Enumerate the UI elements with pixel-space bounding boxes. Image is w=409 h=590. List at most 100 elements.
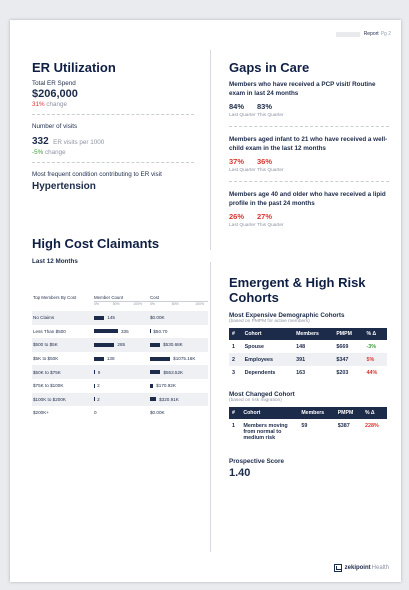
gap-description: Members who have received a PCP visit/ R…	[229, 81, 376, 97]
table-row: No Claims 145 $0.00K	[32, 311, 208, 325]
er-total-change-word: change	[46, 101, 68, 108]
gap-last-label: Last Quarter	[229, 113, 256, 118]
cost-bar	[150, 356, 171, 361]
gap-item: Members age 40 and older who have receiv…	[229, 191, 389, 228]
member-count-cell: 2	[94, 397, 150, 402]
divider	[229, 181, 389, 182]
gap-values: 37% Last Quarter 36% This Quarter	[229, 157, 389, 173]
cohort-pct: 228%	[364, 422, 379, 429]
cohort-pmpm: $203	[336, 369, 349, 376]
cost-cell: $50.70	[150, 329, 208, 334]
cohort-n: 3	[232, 369, 235, 376]
divider	[229, 126, 389, 127]
member-count-value: 145	[107, 315, 115, 321]
cost-value: $553.52K	[163, 369, 184, 375]
zekipoint-logo: zekipoint Health	[333, 564, 389, 572]
er-title: ER Utilization	[32, 60, 116, 75]
cost-cell: $320.91K	[150, 397, 208, 402]
er-total-value: $206,000	[32, 88, 78, 100]
table-row: 1 Spouse 148 $669 -3%	[229, 340, 387, 353]
gap-this-label: This Quarter	[257, 223, 284, 228]
changed-title: Most Changed Cohort	[229, 391, 295, 398]
changed-subtitle: (based on risk migration)	[229, 398, 282, 403]
expensive-title: Most Expensive Demographic Cohorts	[229, 312, 345, 319]
gap-values: 26% Last Quarter 27% This Quarter	[229, 212, 389, 228]
cost-value: $0.00K	[150, 410, 165, 416]
divider	[32, 162, 194, 163]
column-divider-lower	[210, 262, 211, 552]
er-visits-value: 332	[32, 136, 49, 147]
row-label: $100K to $200K	[33, 396, 66, 402]
expensive-subtitle: (based on PMPM for active members)	[229, 319, 310, 324]
gap-last-label: Last Quarter	[229, 168, 256, 173]
row-label: $50K to $75K	[33, 369, 61, 375]
gap-this-label: This Quarter	[257, 113, 284, 118]
emergent-title-line1: Emergent & High Risk	[229, 275, 366, 290]
member-count-bar	[94, 370, 95, 375]
gap-this-value: 36%	[257, 157, 273, 166]
er-visits-change-value: -5%	[32, 149, 44, 156]
member-count-cell: 285	[94, 342, 150, 347]
table-row: $200K+ 0 $0.00K	[32, 406, 208, 420]
gap-this-label: This Quarter	[257, 168, 284, 173]
er-total-change: 31% change	[32, 101, 202, 108]
member-count-cell: 138	[94, 356, 150, 361]
high-cost-title: High Cost Claimants	[32, 236, 160, 251]
gap-item: Members who have received a PCP visit/ R…	[229, 81, 389, 127]
cohort-pct: 44%	[366, 369, 378, 376]
gap-values: 84% Last Quarter 83% This Quarter	[229, 102, 389, 118]
gaps-title: Gaps in Care	[229, 60, 310, 75]
cohort-pmpm: $347	[333, 353, 364, 366]
er-visits-change-word: change	[44, 149, 66, 156]
high-cost-subtitle: Last 12 Months	[32, 258, 78, 265]
member-count-bar	[94, 329, 118, 334]
cost-value: $50.70	[153, 328, 168, 334]
gap-this-value: 27%	[257, 212, 273, 221]
table-row: $500 to $5K 285 $530.68K	[32, 338, 208, 352]
member-count-bar	[94, 356, 104, 361]
cohort-cohort: Employees	[241, 353, 294, 366]
row-label: $500 to $5K	[33, 342, 58, 348]
cohort-cohort: Members moving from normal to medium ris…	[243, 422, 288, 441]
cohort-cohort: Dependents	[244, 369, 276, 376]
table-row: $50K to $75K 9 $553.52K	[32, 365, 208, 379]
gap-last-value: 26%	[229, 212, 245, 221]
table-row: $5K to $50K 138 $1075.16K	[32, 352, 208, 366]
cost-cell: $1075.16K	[150, 356, 208, 361]
axis-tick: 50%	[171, 302, 179, 306]
er-visits-label: Number of visits	[32, 123, 78, 130]
gap-this-value: 83%	[257, 102, 273, 111]
gap-last-quarter: 37% Last Quarter	[229, 157, 257, 173]
member-count-value: 2	[97, 396, 100, 402]
member-count-cell: 2	[94, 383, 150, 388]
member-count-bar	[94, 342, 115, 347]
cost-cell: $553.52K	[150, 370, 208, 375]
axis-tick: 0%	[94, 302, 99, 306]
cohort-n: 1	[232, 422, 235, 429]
high-cost-axis: 0% 50% 100% 0% 50% 100%	[32, 301, 208, 306]
gap-this-quarter: 83% This Quarter	[257, 102, 284, 118]
page-header: Report Pg 2	[335, 31, 391, 37]
cost-cell: $530.68K	[150, 342, 208, 347]
cohort-n: 1	[232, 343, 235, 350]
member-count-bar	[94, 315, 105, 320]
cohort-cohort: Spouse	[244, 343, 265, 350]
table-header-cell: Members	[298, 407, 335, 419]
col-member-count: Member Count	[94, 295, 124, 300]
member-count-cell: 145	[94, 315, 150, 320]
axis-tick: 100%	[195, 302, 204, 306]
member-count-value: 0	[94, 410, 97, 416]
logo-icon	[333, 564, 342, 572]
report-label: Report	[363, 31, 379, 37]
cohort-pct: 5%	[363, 353, 387, 366]
emergent-title-line2: Cohorts	[229, 290, 279, 305]
axis-tick: 100%	[133, 302, 142, 306]
page-number: Pg 2	[380, 31, 391, 37]
er-visits: 332 ER visits per 1000	[32, 131, 202, 149]
cost-cell: $0.00K	[150, 315, 208, 320]
row-label: No Claims	[33, 315, 55, 321]
cohort-members: 391	[293, 353, 334, 366]
row-label: Less Than $500	[33, 328, 66, 334]
er-condition-label: Most frequent condition contributing to …	[32, 171, 162, 178]
axis-tick: 50%	[112, 302, 120, 306]
